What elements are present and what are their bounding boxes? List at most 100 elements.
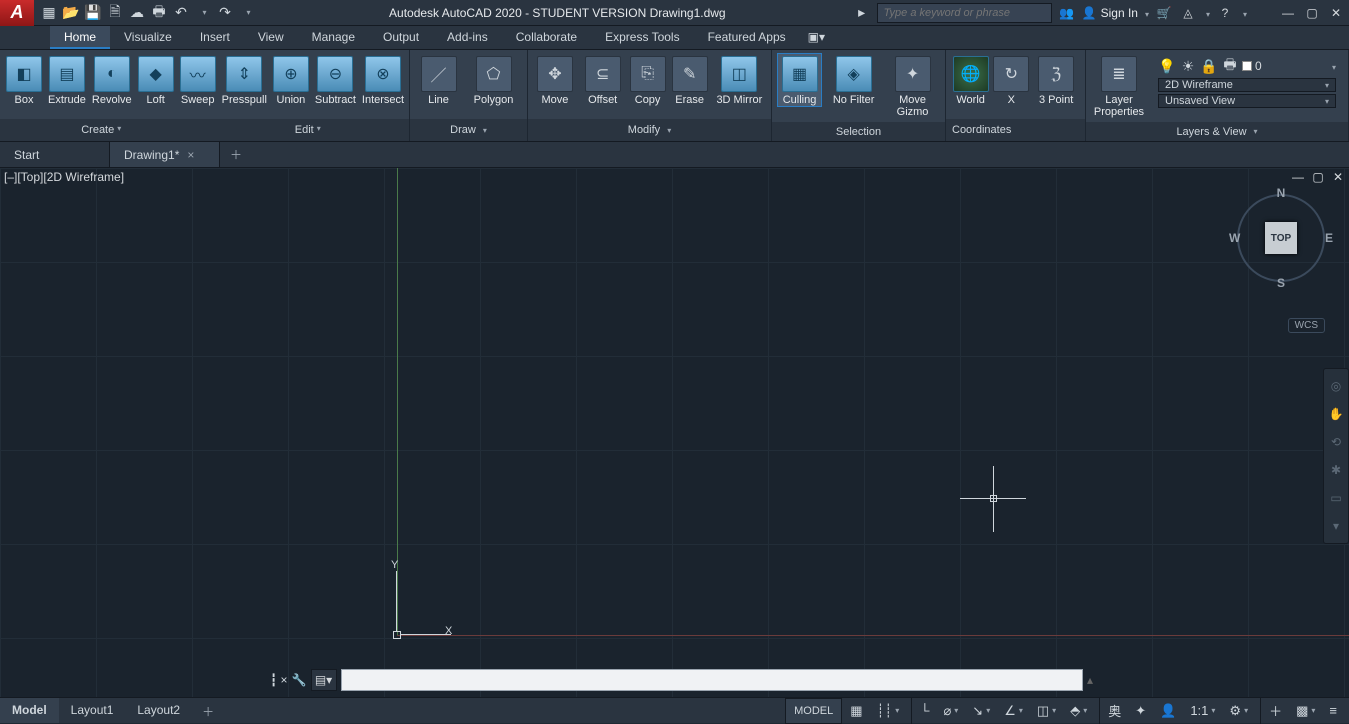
redo-dropdown[interactable] (238, 4, 256, 22)
tab-insert[interactable]: Insert (186, 26, 244, 49)
minimize-icon[interactable]: — (1279, 4, 1297, 22)
layer-properties-button[interactable]: ≣Layer Properties (1092, 54, 1146, 118)
file-tab-drawing1[interactable]: Drawing1* × (110, 142, 220, 167)
status-model[interactable]: MODEL (785, 698, 842, 724)
undo-dropdown[interactable] (194, 4, 212, 22)
tab-addins[interactable]: Add-ins (433, 26, 502, 49)
sweep-button[interactable]: 〰Sweep (180, 54, 216, 106)
lock-icon[interactable]: 🔒 (1200, 57, 1218, 75)
compass-n[interactable]: N (1277, 186, 1286, 200)
layout-tab-model[interactable]: Model (0, 698, 59, 723)
bulb-icon[interactable]: 💡 (1158, 57, 1176, 75)
plot-icon[interactable]: 🖶 (150, 4, 168, 22)
layer-color-swatch[interactable] (1242, 61, 1252, 71)
save-icon[interactable]: 💾 (84, 4, 102, 22)
add-tab-button[interactable]: ＋ (220, 142, 252, 167)
panel-title-create[interactable]: Create (0, 124, 203, 136)
visualstyle-status-icon[interactable]: ▩ (1290, 698, 1321, 724)
panel-title-layers[interactable]: Layers & View (1086, 122, 1348, 141)
tab-collaborate[interactable]: Collaborate (502, 26, 591, 49)
signin-button[interactable]: 👤 Sign In (1082, 6, 1149, 20)
layout-add[interactable]: ＋ (192, 698, 224, 723)
vp-restore-icon[interactable]: ▢ (1311, 170, 1325, 184)
app-logo[interactable]: A (0, 0, 34, 26)
dynucs-icon[interactable]: 奥 (1099, 698, 1127, 724)
compass-w[interactable]: W (1229, 231, 1240, 245)
extrude-button[interactable]: ▤Extrude (48, 54, 86, 106)
tab-output[interactable]: Output (369, 26, 433, 49)
box-button[interactable]: ◧Box (6, 54, 42, 106)
panel-title-draw[interactable]: Draw (410, 119, 527, 141)
file-tab-start[interactable]: Start (0, 142, 110, 167)
a360-caret[interactable] (1203, 6, 1210, 20)
share-icon[interactable]: ▸ (853, 4, 871, 22)
cmd-handle[interactable]: ┇ × (270, 673, 288, 687)
settings-icon[interactable]: ⚙ (1223, 698, 1254, 724)
erase-button[interactable]: ✎Erase (672, 54, 708, 106)
people-icon[interactable]: 👥 (1058, 4, 1076, 22)
iso-icon[interactable]: ↘ (966, 698, 996, 724)
ortho-icon[interactable]: └ (911, 698, 935, 724)
3point-button[interactable]: ℨ3 Point (1033, 54, 1079, 106)
gizmo-status-icon[interactable]: ✦ (1129, 698, 1152, 724)
tab-featured[interactable]: Featured Apps (694, 26, 800, 49)
gizmo-button[interactable]: ✦Move Gizmo (886, 54, 939, 118)
people-status-icon[interactable]: 👤 (1154, 698, 1182, 724)
full-nav-icon[interactable]: ◎ (1327, 377, 1345, 395)
undo-icon[interactable]: ↶ (172, 4, 190, 22)
annoscale-icon[interactable]: 1:1 (1184, 698, 1221, 724)
help-caret[interactable] (1240, 6, 1247, 20)
line-button[interactable]: ／Line (417, 54, 461, 106)
panel-title-coordinates[interactable]: Coordinates (946, 119, 1085, 141)
cart-icon[interactable]: 🛒 (1155, 4, 1173, 22)
layer-caret[interactable] (1329, 59, 1336, 73)
polygon-button[interactable]: ⬠Polygon (467, 54, 521, 106)
tab-visualize[interactable]: Visualize (110, 26, 186, 49)
customize-status-icon[interactable]: ≡ (1323, 698, 1343, 724)
osnap-icon[interactable]: ∠ (998, 698, 1029, 724)
cmd-customize-icon[interactable]: 🔧 (292, 673, 307, 687)
panel-title-edit[interactable]: Edit (207, 124, 410, 136)
grid-icon[interactable]: ▦ (844, 698, 868, 724)
view-dropdown[interactable]: Unsaved View (1158, 94, 1336, 108)
panel-title-selection[interactable]: Selection (772, 122, 945, 141)
culling-button[interactable]: ▦Culling (778, 54, 821, 106)
tab-view[interactable]: View (244, 26, 298, 49)
cmd-recent-icon[interactable]: ▤▾ (311, 669, 337, 691)
sun-icon[interactable]: ☀ (1179, 57, 1197, 75)
pan-icon[interactable]: ✋ (1327, 405, 1345, 423)
tab-express[interactable]: Express Tools (591, 26, 693, 49)
otrack-icon[interactable]: ◫ (1031, 698, 1062, 724)
crosshair-status-icon[interactable]: ＋ (1260, 698, 1288, 724)
3dmirror-button[interactable]: ◫3D Mirror (714, 54, 765, 106)
command-input[interactable] (341, 669, 1083, 691)
new-icon[interactable]: ▦ (40, 4, 58, 22)
compass-e[interactable]: E (1325, 231, 1333, 245)
3dosnap-icon[interactable]: ⬘ (1064, 698, 1093, 724)
search-input[interactable] (877, 3, 1052, 23)
orbit-icon[interactable]: ⟲ (1327, 433, 1345, 451)
copy-button[interactable]: ⎘Copy (630, 54, 666, 106)
steering-icon[interactable]: ✱ (1327, 461, 1345, 479)
help-icon[interactable]: ? (1216, 4, 1234, 22)
layout-tab-layout2[interactable]: Layout2 (125, 698, 192, 723)
close-tab-icon[interactable]: × (187, 148, 194, 162)
tab-manage[interactable]: Manage (298, 26, 369, 49)
snap-icon[interactable]: ┊┊ (871, 698, 906, 724)
presspull-button[interactable]: ⇕Presspull (222, 54, 267, 106)
viewcube[interactable]: N S E W TOP (1231, 188, 1331, 288)
drawing-canvas[interactable]: [–][Top][2D Wireframe] — ▢ ✕ Y X N S E W… (0, 168, 1349, 697)
offset-button[interactable]: ⊆Offset (582, 54, 624, 106)
panel-title-modify[interactable]: Modify (528, 119, 771, 141)
polar-icon[interactable]: ⌀ (937, 698, 964, 724)
visual-style-dropdown[interactable]: 2D Wireframe (1158, 78, 1336, 92)
plot-toggle-icon[interactable]: 🖶 (1221, 57, 1239, 75)
intersect-button[interactable]: ⊗Intersect (362, 54, 404, 106)
union-button[interactable]: ⊕Union (273, 54, 309, 106)
cmd-history-icon[interactable]: ▴ (1087, 673, 1093, 687)
wcs-badge[interactable]: WCS (1288, 318, 1325, 333)
a360-icon[interactable]: ◬ (1179, 4, 1197, 22)
vp-close-icon[interactable]: ✕ (1331, 170, 1345, 184)
saveas-icon[interactable]: 🗎 (106, 4, 124, 22)
loft-button[interactable]: ◆Loft (138, 54, 174, 106)
